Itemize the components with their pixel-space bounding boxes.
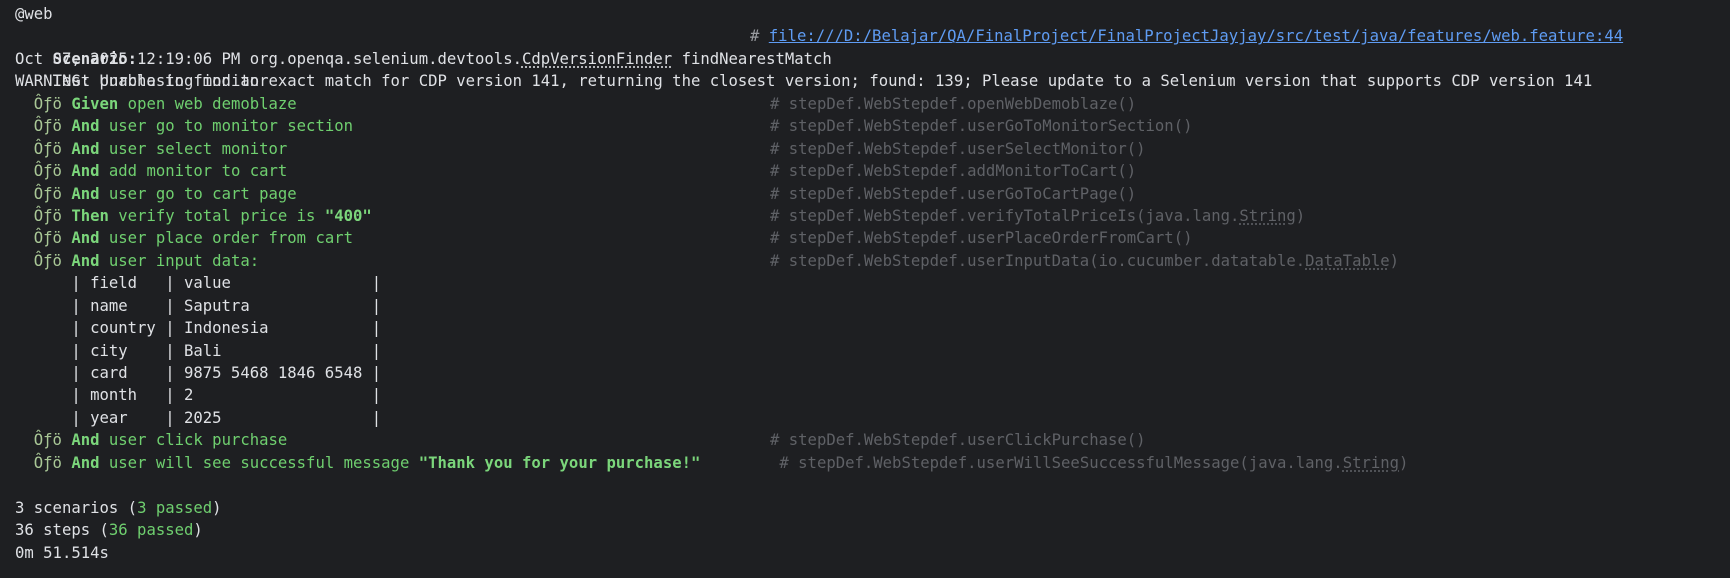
step-keyword: And <box>71 117 100 136</box>
step-line: Ôƒö And user will see successful message… <box>15 452 1730 474</box>
step-line: Ôƒö And user go to cart page # stepDef.We… <box>15 183 1730 205</box>
summary-close: ) <box>212 498 222 517</box>
log-method: findNearestMatch <box>672 49 832 68</box>
type-link[interactable]: String <box>1239 207 1295 225</box>
step-definition-comment: # stepDef.WebStepdef.userGoToCartPage() <box>770 184 1137 203</box>
comment-hash: # <box>750 27 760 46</box>
passed-count: 36 passed <box>108 521 194 540</box>
comment-text: # stepDef.WebStepdef.userWillSeeSuccessf… <box>779 453 1343 472</box>
step-status-marker: Ôƒö <box>33 251 62 270</box>
step-line: Ôƒö And user click purchase # stepDef.Web… <box>15 429 1730 451</box>
type-link[interactable]: String <box>1343 454 1399 472</box>
summary-close: ) <box>193 521 203 540</box>
step-status-marker: Ôƒö <box>33 139 62 158</box>
data-table-row: | city | Bali | <box>15 341 382 360</box>
step-keyword: And <box>71 162 100 181</box>
step-keyword: Then <box>71 206 109 225</box>
step-text: user select monitor <box>99 139 288 158</box>
run-console-output: @web Scenario: Test purchasing monitor #… <box>0 0 1730 564</box>
step-definition-comment: # stepDef.WebStepdef.userSelectMonitor() <box>770 139 1146 158</box>
step-definition-comment: # stepDef.WebStepdef.openWebDemoblaze() <box>770 94 1137 113</box>
summary-text: 36 steps ( <box>15 521 109 540</box>
step-text: user click purchase <box>99 431 288 450</box>
step-text: user input data: <box>99 251 260 270</box>
step-keyword: And <box>71 453 100 472</box>
data-table-row: | field | value | <box>15 274 382 293</box>
scenario-location: # file:///D:/Belajar/QA/FinalProject/Fin… <box>750 25 1623 47</box>
comment-close: ) <box>1295 206 1306 225</box>
step-text: user will see successful message <box>99 453 419 472</box>
step-line: Ôƒö And user select monitor # stepDef.Web… <box>15 138 1730 160</box>
data-table-row: | year | 2025 | <box>15 408 382 427</box>
data-table-row: | country | Indonesia | <box>15 319 382 338</box>
data-table-row: | month | 2 | <box>15 386 382 405</box>
comment-close: ) <box>1389 251 1400 270</box>
passed-count: 3 passed <box>137 498 213 517</box>
step-text: user place order from cart <box>99 229 353 248</box>
step-keyword: And <box>71 431 100 450</box>
step-definition-comment: # stepDef.WebStepdef.userPlaceOrderFromC… <box>770 229 1193 248</box>
comment-text: # stepDef.WebStepdef.verifyTotalPriceIs(… <box>770 206 1240 225</box>
step-definition-comment: # stepDef.WebStepdef.userWillSeeSuccessf… <box>770 452 1408 474</box>
step-status-marker: Ôƒö <box>33 184 62 203</box>
step-text: user go to cart page <box>99 184 297 203</box>
log-timestamp-line: Oct 07, 2025 12:19:06 PM org.openqa.sele… <box>15 48 1730 70</box>
step-line: Ôƒö And user input data: # stepDef.WebSte… <box>15 250 1730 272</box>
step-definition-comment: # stepDef.WebStepdef.userGoToMonitorSect… <box>770 117 1193 136</box>
data-table-row: | name | Saputra | <box>15 296 382 315</box>
step-definition-comment: # stepDef.WebStepdef.userClickPurchase() <box>770 431 1146 450</box>
step-line: Ôƒö And user go to monitor section # step… <box>15 115 1730 137</box>
log-warning-line: WARNING: Unable to find an exact match f… <box>15 72 1593 91</box>
step-status-marker: Ôƒö <box>33 453 62 472</box>
step-status-marker: Ôƒö <box>33 206 62 225</box>
step-line: Ôƒö And add monitor to cart # stepDef.Web… <box>15 160 1730 182</box>
step-line: Ôƒö Given open web demoblaze # stepDef.We… <box>15 93 1730 115</box>
step-text: verify total price is <box>108 206 325 225</box>
step-keyword: And <box>71 139 100 158</box>
log-date-prefix: Oct 07, 2025 12:19:06 PM org.openqa.sele… <box>15 49 522 68</box>
step-definition-comment: # stepDef.WebStepdef.verifyTotalPriceIs(… <box>770 205 1305 227</box>
step-definition-comment: # stepDef.WebStepdef.addMonitorToCart() <box>770 162 1137 181</box>
step-status-marker: Ôƒö <box>33 117 62 136</box>
type-link[interactable]: DataTable <box>1305 252 1390 270</box>
log-class-link[interactable]: CdpVersionFinder <box>522 50 672 68</box>
step-keyword: And <box>71 184 100 203</box>
step-status-marker: Ôƒö <box>33 162 62 181</box>
step-status-marker: Ôƒö <box>33 431 62 450</box>
comment-close: ) <box>1399 453 1409 472</box>
step-text: user go to monitor section <box>99 117 353 136</box>
step-line: Ôƒö And user place order from cart # step… <box>15 227 1730 249</box>
step-quoted-arg: "400" <box>324 206 372 225</box>
step-text: open web demoblaze <box>118 94 297 113</box>
step-status-marker: Ôƒö <box>33 229 62 248</box>
steps-summary: 36 steps (36 passed) <box>15 519 1730 541</box>
step-keyword: And <box>71 251 100 270</box>
summary-text: 3 scenarios ( <box>15 498 138 517</box>
step-keyword: Given <box>71 94 119 113</box>
step-text: add monitor to cart <box>99 162 288 181</box>
feature-file-link[interactable]: file:///D:/Belajar/QA/FinalProject/Final… <box>769 27 1623 45</box>
step-definition-comment: # stepDef.WebStepdef.userInputData(io.cu… <box>770 250 1399 272</box>
step-keyword: And <box>71 229 100 248</box>
step-line: Ôƒö Then verify total price is "400" # st… <box>15 205 1730 227</box>
comment-text: # stepDef.WebStepdef.userInputData(io.cu… <box>770 251 1306 270</box>
step-quoted-arg: "Thank you for your purchase!" <box>418 453 701 472</box>
step-status-marker: Ôƒö <box>33 94 62 113</box>
scenarios-summary: 3 scenarios (3 passed) <box>15 497 1730 519</box>
duration-summary: 0m 51.514s <box>15 543 109 562</box>
tag-line: @web <box>15 5 53 23</box>
scenario-line: Scenario: Test purchasing monitor # file… <box>15 25 1730 90</box>
data-table-row: | card | 9875 5468 1846 6548 | <box>15 364 382 382</box>
